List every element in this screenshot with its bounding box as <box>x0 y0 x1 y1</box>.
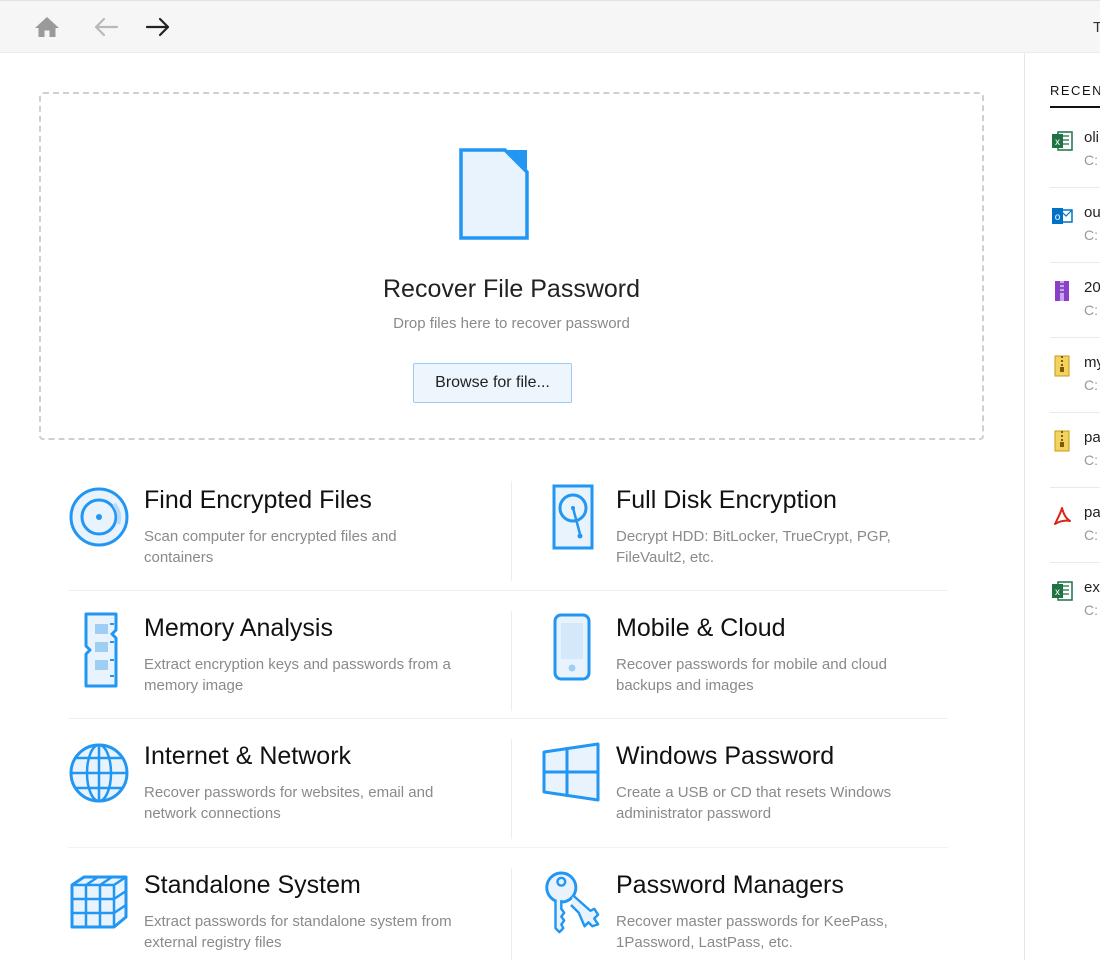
mobile-phone-icon <box>553 613 591 681</box>
tool-description: Recover master passwords for KeePass, 1P… <box>616 913 888 951</box>
tool-password-managers[interactable]: Password Managers Recover master passwor… <box>540 869 970 960</box>
top-toolbar: T <box>0 0 1100 53</box>
document-icon <box>459 148 529 240</box>
globe-icon <box>69 743 129 803</box>
recent-file-name: pa <box>1084 504 1100 521</box>
tool-description: Create a USB or CD that resets Windows a… <box>616 784 892 822</box>
recent-file-name: 20 <box>1084 279 1100 296</box>
zip-archive-icon <box>1054 430 1070 452</box>
forward-button[interactable] <box>143 12 173 42</box>
back-button[interactable] <box>91 12 121 42</box>
rar-archive-icon <box>1055 281 1069 301</box>
tool-description: Recover passwords for mobile and cloud b… <box>616 656 887 694</box>
recent-file-path: C: <box>1084 602 1098 618</box>
recent-file-item[interactable]: my C: <box>1025 338 1100 413</box>
file-drop-zone[interactable]: Recover File Password Drop files here to… <box>39 92 984 440</box>
recent-file-item[interactable]: 20 C: <box>1025 263 1100 338</box>
windows-logo-icon <box>542 742 600 802</box>
recent-heading-underline <box>1050 106 1100 108</box>
grid-divider-vertical <box>511 611 512 711</box>
recent-file-path: C: <box>1084 152 1098 168</box>
recent-file-path: C: <box>1084 302 1098 318</box>
tool-title: Password Managers <box>616 871 844 899</box>
memory-chip-icon <box>84 612 118 688</box>
drop-zone-subtitle: Drop files here to recover password <box>393 315 630 332</box>
grid-divider-vertical <box>511 481 512 581</box>
recent-file-item[interactable]: x ex C: <box>1025 563 1100 638</box>
arrow-right-icon <box>145 17 170 37</box>
tool-mobile-and-cloud[interactable]: Mobile & Cloud Recover passwords for mob… <box>540 612 970 722</box>
recent-file-path: C: <box>1084 452 1098 468</box>
pdf-file-icon <box>1054 507 1071 525</box>
recent-file-item[interactable]: o ou C: <box>1025 188 1100 263</box>
keys-icon <box>545 871 600 934</box>
recent-file-item[interactable]: pa C: <box>1025 413 1100 488</box>
recent-file-item[interactable]: pa C: <box>1025 488 1100 563</box>
tool-description: Decrypt HDD: BitLocker, TrueCrypt, PGP, … <box>616 528 891 566</box>
recent-file-name: ou <box>1084 204 1100 221</box>
tool-title: Internet & Network <box>144 742 352 770</box>
recent-heading: RECEN <box>1050 83 1100 98</box>
tool-description: Scan computer for encrypted files and co… <box>144 528 397 566</box>
tool-title: Mobile & Cloud <box>616 614 786 642</box>
tool-description: Recover passwords for websites, email an… <box>144 784 434 822</box>
home-icon <box>35 17 59 37</box>
recent-file-path: C: <box>1084 227 1098 243</box>
main-panel: Recover File Password Drop files here to… <box>0 53 1024 960</box>
tool-title: Find Encrypted Files <box>144 486 372 514</box>
recent-files-sidebar: RECEN x oli C: o ou C: 20 C: m C: pa C: … <box>1024 53 1100 960</box>
tool-internet-and-network[interactable]: Internet & Network Recover passwords for… <box>68 740 498 850</box>
tool-memory-analysis[interactable]: Memory Analysis Extract encryption keys … <box>68 612 498 722</box>
browse-for-file-button[interactable]: Browse for file... <box>413 363 572 403</box>
drop-zone-title: Recover File Password <box>382 275 641 303</box>
tool-title: Standalone System <box>144 871 361 899</box>
tool-full-disk-encryption[interactable]: Full Disk Encryption Decrypt HDD: BitLoc… <box>540 484 970 594</box>
tool-title: Memory Analysis <box>144 614 333 642</box>
grid-divider-vertical <box>511 739 512 839</box>
tool-title: Windows Password <box>616 742 835 770</box>
tool-description: Extract encryption keys and passwords fr… <box>144 656 451 694</box>
recent-file-path: C: <box>1084 377 1098 393</box>
svg-text:x: x <box>1055 587 1060 598</box>
tool-description: Extract passwords for standalone system … <box>144 913 452 951</box>
cubes-icon <box>70 875 128 929</box>
tool-find-encrypted-files[interactable]: Find Encrypted Files Scan computer for e… <box>68 484 498 594</box>
recent-file-name: oli <box>1084 129 1100 146</box>
recent-file-path: C: <box>1084 527 1098 543</box>
grid-divider-vertical <box>511 868 512 960</box>
svg-text:o: o <box>1055 212 1061 223</box>
svg-text:x: x <box>1055 137 1060 148</box>
excel-file-icon: x <box>1052 581 1073 601</box>
excel-file-icon: x <box>1052 131 1073 151</box>
tool-windows-password[interactable]: Windows Password Create a USB or CD that… <box>540 740 970 850</box>
window-title-fragment: T <box>1093 19 1100 36</box>
tool-title: Full Disk Encryption <box>616 486 837 514</box>
hard-disk-icon <box>552 484 594 550</box>
disc-search-icon <box>69 487 129 547</box>
zip-archive-icon <box>1054 355 1070 377</box>
recent-file-item[interactable]: x oli C: <box>1025 113 1100 188</box>
tool-standalone-system[interactable]: Standalone System Extract passwords for … <box>68 869 498 960</box>
home-button[interactable] <box>32 12 62 42</box>
recent-file-name: pa <box>1084 429 1100 446</box>
recent-file-name: my <box>1084 354 1100 371</box>
recent-file-name: ex <box>1084 579 1100 596</box>
arrow-left-icon <box>94 17 119 37</box>
outlook-file-icon: o <box>1052 208 1073 224</box>
